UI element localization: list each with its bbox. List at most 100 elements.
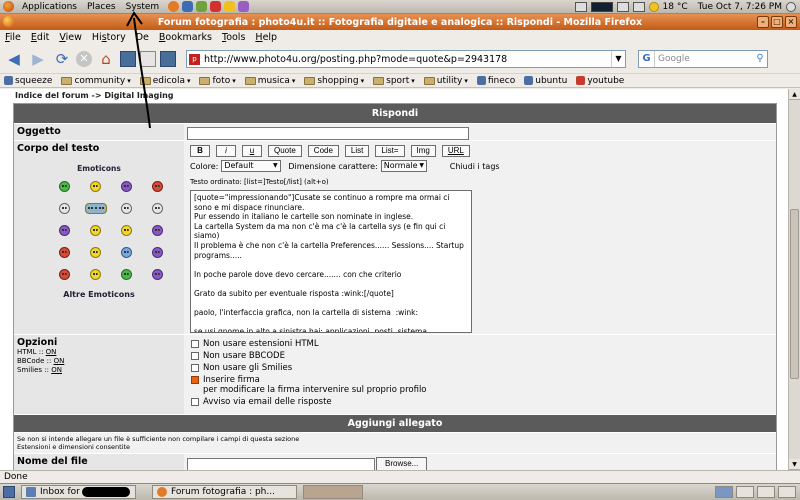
bbcode-button-b[interactable]: B — [190, 145, 210, 157]
power-icon[interactable] — [786, 1, 796, 12]
volume-icon[interactable] — [632, 1, 645, 12]
bookmark-foto[interactable]: foto ▾ — [199, 76, 236, 86]
emoticon-icon[interactable] — [152, 225, 163, 236]
url-bar[interactable]: p http://www.photo4u.org/posting.php?mod… — [186, 50, 626, 68]
minimize-button[interactable]: – — [757, 16, 769, 28]
workspace-3[interactable] — [757, 486, 775, 498]
tab-icon[interactable] — [160, 51, 176, 67]
menu-help[interactable]: Help — [250, 32, 282, 43]
back-arrow-icon[interactable]: ◀ — [4, 49, 24, 69]
emoticon-icon[interactable] — [152, 203, 163, 214]
pidgin-launcher-icon[interactable] — [196, 1, 208, 12]
option-checkbox[interactable] — [191, 398, 199, 406]
bbcode-button-quote[interactable]: Quote — [268, 145, 302, 157]
bookmark-youtube[interactable]: youtube — [576, 76, 624, 86]
menu-edit[interactable]: Edit — [26, 32, 54, 43]
scroll-up-arrow-icon[interactable]: ▲ — [789, 89, 800, 100]
emoticon-icon[interactable] — [90, 181, 101, 192]
subject-input[interactable] — [187, 127, 469, 140]
gimp-launcher-icon[interactable] — [224, 1, 236, 12]
color-select[interactable]: Default ▼ — [221, 160, 282, 172]
file-input[interactable] — [187, 458, 375, 470]
emoticon-icon[interactable] — [90, 225, 101, 236]
stop-icon[interactable]: ✕ — [76, 51, 92, 67]
bbcode-button-list[interactable]: List — [344, 145, 370, 157]
emoticon-icon[interactable] — [152, 181, 163, 192]
show-desktop-icon[interactable] — [3, 486, 15, 498]
bookmark-sport[interactable]: sport ▾ — [373, 76, 415, 86]
bbcode-button-i[interactable]: i — [216, 145, 236, 157]
temperature[interactable]: 18 °C — [663, 2, 688, 12]
emoticon-icon[interactable] — [121, 269, 132, 280]
more-emoticons-link[interactable]: Altre Emoticons — [17, 290, 181, 299]
weather-icon[interactable] — [648, 1, 659, 12]
option-checkbox[interactable] — [191, 352, 199, 360]
monitor-icon[interactable] — [574, 1, 587, 12]
bbcode-button-list-eq[interactable]: List= — [375, 145, 405, 157]
size-select[interactable]: Normale ▼ — [380, 160, 427, 172]
scroll-down-arrow-icon[interactable]: ▼ — [789, 459, 800, 470]
close-tags-link[interactable]: Chiudi i tags — [450, 162, 500, 171]
bbcode-button-img[interactable]: Img — [410, 145, 436, 157]
scroll-thumb[interactable] — [790, 209, 799, 379]
system-monitor-graph[interactable] — [590, 1, 613, 12]
bookmark-utility[interactable]: utility ▾ — [423, 76, 468, 86]
emoticon-icon[interactable] — [90, 269, 101, 280]
menu-bookmarks[interactable]: Bookmarks — [154, 32, 217, 43]
search-bar[interactable]: G Google ⚲ — [638, 50, 768, 68]
home-icon[interactable]: ⌂ — [96, 49, 116, 69]
menu-system[interactable]: System — [121, 0, 165, 14]
option-checkbox[interactable] — [191, 340, 199, 348]
forward-arrow-icon[interactable]: ▶ — [28, 49, 48, 69]
emoticon-icon[interactable] — [152, 247, 163, 258]
bookmark-musica[interactable]: musica ▾ — [244, 76, 295, 86]
app-launcher-icon[interactable] — [238, 1, 250, 12]
url-text[interactable]: http://www.photo4u.org/posting.php?mode=… — [204, 54, 507, 65]
vertical-scrollbar[interactable]: ▲ ▼ — [788, 89, 800, 470]
menu-view[interactable]: View — [54, 32, 87, 43]
emoticon-icon[interactable] — [152, 269, 163, 280]
html-status-link[interactable]: ON — [46, 348, 57, 356]
option-checkbox[interactable] — [191, 364, 199, 372]
bbcode-button-url[interactable]: URL — [441, 145, 470, 157]
emoticon-icon[interactable] — [59, 225, 70, 236]
menu-develop[interactable]: De — [131, 32, 154, 43]
network-icon[interactable] — [616, 1, 629, 12]
firefox-icon[interactable] — [3, 16, 14, 27]
workspace-2[interactable] — [736, 486, 754, 498]
emoticon-icon[interactable] — [121, 181, 132, 192]
maximize-button[interactable]: □ — [771, 16, 783, 28]
task-inbox[interactable]: Inbox for — [21, 485, 136, 499]
emoticon-icon[interactable] — [59, 269, 70, 280]
emoticon-icon[interactable] — [121, 247, 132, 258]
save-icon[interactable] — [140, 51, 156, 67]
bookmark-shopping[interactable]: shopping ▾ — [304, 76, 364, 86]
task-blurred[interactable] — [303, 485, 363, 499]
bookmark-fineco[interactable]: fineco — [476, 76, 515, 86]
mail-launcher-icon[interactable] — [182, 1, 194, 12]
menu-tools[interactable]: Tools — [217, 32, 250, 43]
window-titlebar[interactable]: Forum fotografia : photo4u.it :: Fotogra… — [0, 14, 800, 30]
task-firefox[interactable]: Forum fotografia : ph... — [152, 485, 297, 499]
bbcode-button-u[interactable]: u — [242, 145, 262, 157]
search-input[interactable]: Google — [655, 54, 690, 64]
bbcode-status-link[interactable]: ON — [54, 357, 65, 365]
google-icon[interactable]: G — [639, 51, 655, 67]
emoticon-icon[interactable] — [121, 225, 132, 236]
smilies-status-link[interactable]: ON — [51, 366, 62, 374]
url-history-dropdown[interactable]: ▼ — [611, 51, 625, 67]
menu-file[interactable]: File — [0, 32, 26, 43]
workspace-1[interactable] — [715, 486, 733, 498]
bookmark-community[interactable]: community ▾ — [61, 76, 131, 86]
clock[interactable]: Tue Oct 7, 7:26 PM — [698, 2, 782, 12]
option-checkbox[interactable] — [191, 376, 199, 384]
emoticon-icon[interactable] — [90, 247, 101, 258]
bbcode-button-code[interactable]: Code — [307, 145, 339, 157]
menu-places[interactable]: Places — [82, 0, 121, 14]
emoticon-icon[interactable] — [59, 247, 70, 258]
message-textarea[interactable]: [quote="impressionando"]Cusate se contin… — [190, 190, 472, 333]
bookmark-edicola[interactable]: edicola ▾ — [139, 76, 190, 86]
emoticon-icon[interactable] — [84, 203, 107, 214]
bookmark-ubuntu[interactable]: ubuntu — [524, 76, 567, 86]
breadcrumb[interactable]: Indice del forum -> Digital Imaging — [15, 91, 174, 100]
